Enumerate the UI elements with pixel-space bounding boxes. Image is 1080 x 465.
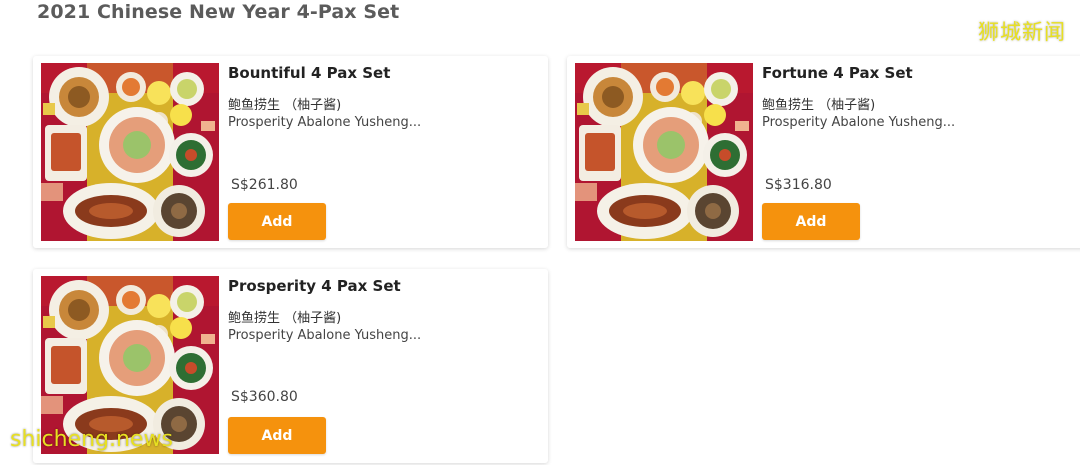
product-description-cn: 鲍鱼捞生 （柚子酱)	[762, 98, 876, 113]
product-info: Fortune 4 Pax Set 鲍鱼捞生 （柚子酱) Prosperity …	[762, 56, 1077, 248]
product-description-en: Prosperity Abalone Yusheng...	[228, 328, 422, 343]
product-title[interactable]: Fortune 4 Pax Set	[762, 64, 913, 82]
food-platter-image	[41, 63, 219, 241]
page: 2021 Chinese New Year 4-Pax Set 狮城新闻 Bou…	[0, 0, 1080, 465]
product-image[interactable]	[41, 63, 219, 241]
product-title[interactable]: Prosperity 4 Pax Set	[228, 277, 401, 295]
product-card-bountiful[interactable]: Bountiful 4 Pax Set 鲍鱼捞生 （柚子酱) Prosperit…	[33, 56, 548, 248]
product-card-fortune[interactable]: Fortune 4 Pax Set 鲍鱼捞生 （柚子酱) Prosperity …	[567, 56, 1080, 248]
product-info: Prosperity 4 Pax Set 鲍鱼捞生 （柚子酱) Prosperi…	[228, 269, 538, 463]
product-info: Bountiful 4 Pax Set 鲍鱼捞生 （柚子酱) Prosperit…	[228, 56, 538, 248]
product-price: S$360.80	[231, 389, 298, 405]
product-price: S$316.80	[765, 177, 832, 193]
product-image[interactable]	[575, 63, 753, 241]
product-description-en: Prosperity Abalone Yusheng...	[228, 115, 422, 130]
product-description-en: Prosperity Abalone Yusheng...	[762, 115, 956, 130]
add-button[interactable]: Add	[228, 203, 326, 240]
watermark-top-right: 狮城新闻	[978, 20, 1066, 44]
watermark-bottom-left: shicheng.news	[10, 427, 173, 452]
add-button[interactable]: Add	[228, 417, 326, 454]
product-description-cn: 鲍鱼捞生 （柚子酱)	[228, 98, 342, 113]
product-title[interactable]: Bountiful 4 Pax Set	[228, 64, 390, 82]
food-platter-image	[575, 63, 753, 241]
product-price: S$261.80	[231, 177, 298, 193]
product-description-cn: 鲍鱼捞生 （柚子酱)	[228, 311, 342, 326]
section-title: 2021 Chinese New Year 4-Pax Set	[37, 1, 400, 23]
add-button[interactable]: Add	[762, 203, 860, 240]
